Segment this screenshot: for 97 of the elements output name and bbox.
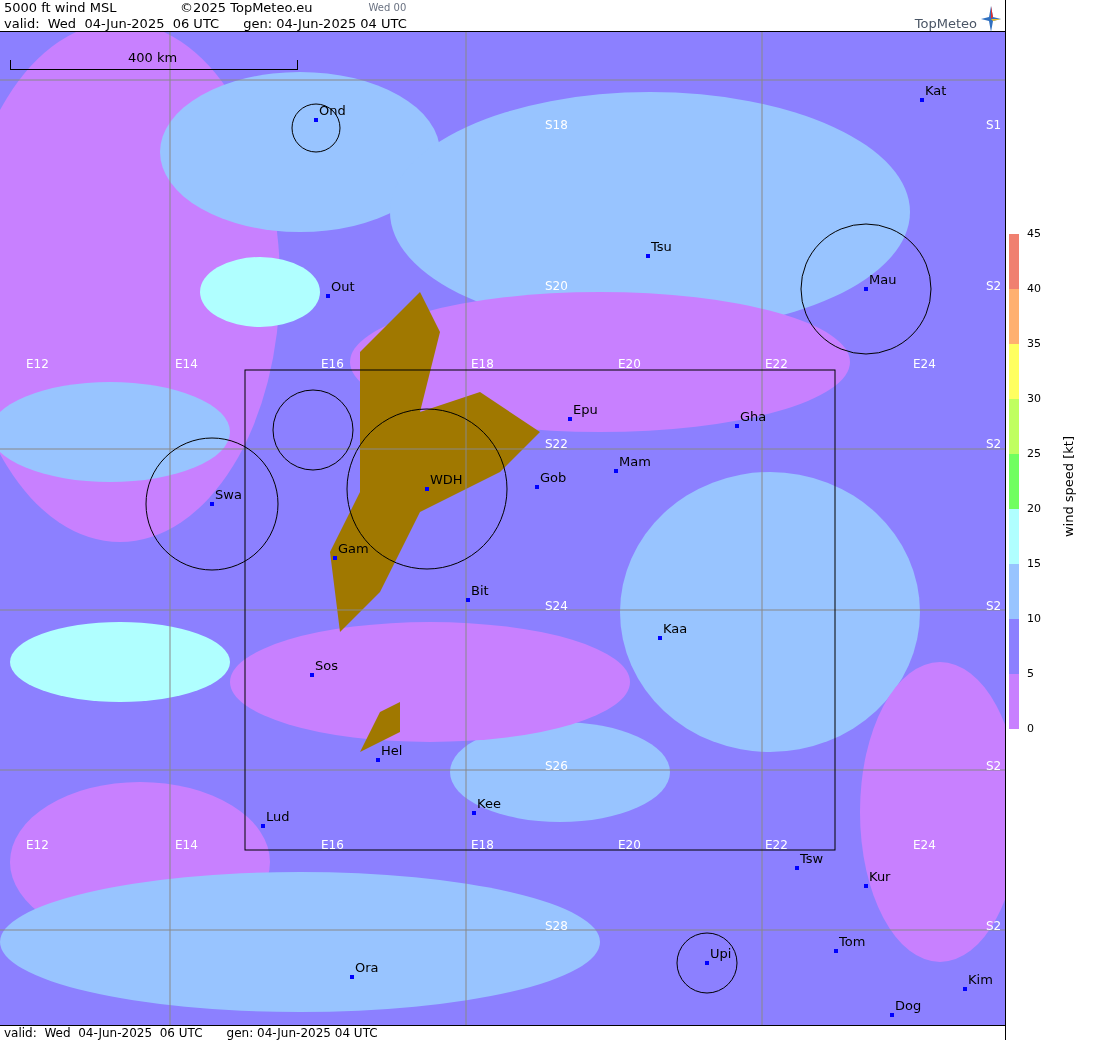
place-label: Gam bbox=[338, 541, 369, 557]
place-marker-icon bbox=[568, 417, 572, 421]
place-marker-icon bbox=[310, 673, 314, 677]
longitude-label: E14 bbox=[175, 837, 198, 853]
longitude-label: E16 bbox=[321, 837, 344, 853]
scale-tick-label: 45 bbox=[1026, 228, 1041, 240]
logo-text: TopMeteo bbox=[914, 16, 977, 32]
place-marker-icon bbox=[472, 811, 476, 815]
place-label: Kur bbox=[869, 869, 891, 885]
place-label: Mau bbox=[869, 272, 897, 288]
place-marker-icon bbox=[735, 424, 739, 428]
place-marker-icon bbox=[864, 884, 868, 888]
copyright-text: ©2025 TopMeteo.eu bbox=[180, 0, 313, 16]
longitude-label: E20 bbox=[618, 837, 641, 853]
place-label: Out bbox=[331, 279, 355, 295]
place-label: Tom bbox=[839, 934, 866, 950]
place-label: Kaa bbox=[663, 621, 688, 637]
longitude-label: E12 bbox=[26, 837, 49, 853]
longitude-label: E20 bbox=[618, 356, 641, 372]
latitude-label: S20 bbox=[545, 278, 568, 294]
place-label: Tsw bbox=[800, 851, 824, 867]
scale-tick-label: 30 bbox=[1026, 393, 1041, 405]
longitude-label: E16 bbox=[321, 356, 344, 372]
place-marker-icon bbox=[425, 487, 429, 491]
place-marker-icon bbox=[795, 866, 799, 870]
place-marker-icon bbox=[210, 502, 214, 506]
place-label: Dog bbox=[895, 998, 922, 1014]
place-label: Gha bbox=[740, 409, 767, 425]
place-marker-icon bbox=[920, 98, 924, 102]
place-marker-icon bbox=[890, 1013, 894, 1017]
longitude-label: E18 bbox=[471, 356, 494, 372]
compass-star-icon bbox=[981, 6, 1001, 32]
valid-time: valid: Wed 04-Jun-2025 06 UTC bbox=[4, 16, 220, 32]
scale-tick-label: 40 bbox=[1026, 283, 1041, 295]
latitude-label: S1 bbox=[986, 117, 1002, 133]
place-marker-icon bbox=[326, 294, 330, 298]
place-label: Tsu bbox=[651, 239, 672, 255]
latitude-label: S2 bbox=[986, 918, 1002, 934]
place-label: Sos bbox=[315, 658, 338, 674]
latitude-label: S2 bbox=[986, 598, 1002, 614]
place-marker-icon bbox=[535, 485, 539, 489]
place-label: Upi bbox=[710, 946, 732, 962]
place-label: Kim bbox=[968, 972, 993, 988]
latitude-label: S22 bbox=[545, 436, 568, 452]
place-label: Kat bbox=[925, 83, 947, 99]
place-marker-icon bbox=[261, 824, 265, 828]
latitude-label: S2 bbox=[986, 758, 1002, 774]
place-label: Bit bbox=[471, 583, 489, 599]
place-label: Ond bbox=[319, 103, 346, 119]
place-marker-icon bbox=[646, 254, 650, 258]
place-marker-icon bbox=[333, 556, 337, 560]
latitude-label: S24 bbox=[545, 598, 568, 614]
place-label: Hel bbox=[381, 743, 403, 759]
place-label: Kee bbox=[477, 796, 501, 812]
place-label: Epu bbox=[573, 402, 598, 418]
place-label: Gob bbox=[540, 470, 567, 486]
place-label: Swa bbox=[215, 487, 242, 503]
longitude-label: E24 bbox=[913, 356, 936, 372]
generated-time: gen: 04-Jun-2025 04 UTC bbox=[243, 16, 407, 32]
place-marker-icon bbox=[314, 118, 318, 122]
scale-tick-label: 25 bbox=[1026, 448, 1041, 460]
latitude-label: S2 bbox=[986, 278, 1002, 294]
place-label: Ora bbox=[355, 960, 379, 976]
valid-time: valid: Wed 04-Jun-2025 06 UTC bbox=[4, 1026, 203, 1040]
place-marker-icon bbox=[834, 949, 838, 953]
latitude-label: S26 bbox=[545, 758, 568, 774]
place-marker-icon bbox=[864, 287, 868, 291]
latitude-label: S18 bbox=[545, 117, 568, 133]
place-marker-icon bbox=[350, 975, 354, 979]
longitude-label: E24 bbox=[913, 837, 936, 853]
chart-title: 5000 ft wind MSL bbox=[4, 0, 118, 16]
place-marker-icon bbox=[963, 987, 967, 991]
scale-tick-label: 0 bbox=[1026, 723, 1034, 735]
place-marker-icon bbox=[705, 961, 709, 965]
longitude-label: E22 bbox=[765, 837, 788, 853]
scale-tick-label: 10 bbox=[1026, 613, 1041, 625]
place-marker-icon bbox=[658, 636, 662, 640]
scale-label: 400 km bbox=[128, 50, 178, 66]
place-label: WDH bbox=[430, 472, 463, 488]
latitude-label: S28 bbox=[545, 918, 568, 934]
longitude-label: E14 bbox=[175, 356, 198, 372]
longitude-label: E18 bbox=[471, 837, 494, 853]
legend-title: wind speed [kt] bbox=[1060, 436, 1078, 538]
place-label: Lud bbox=[266, 809, 290, 825]
longitude-label: E12 bbox=[26, 356, 49, 372]
scale-tick-label: 15 bbox=[1026, 558, 1041, 570]
longitude-label: E22 bbox=[765, 356, 788, 372]
generated-time: gen: 04-Jun-2025 04 UTC bbox=[226, 1026, 378, 1040]
scale-tick-label: 20 bbox=[1026, 503, 1041, 515]
model-run-label: Wed 00 bbox=[368, 1, 407, 15]
latitude-label: S2 bbox=[986, 436, 1002, 452]
place-label: Mam bbox=[619, 454, 651, 470]
place-marker-icon bbox=[614, 469, 618, 473]
place-marker-icon bbox=[376, 758, 380, 762]
scale-tick-label: 5 bbox=[1026, 668, 1034, 680]
scale-tick-label: 35 bbox=[1026, 338, 1041, 350]
place-marker-icon bbox=[466, 598, 470, 602]
